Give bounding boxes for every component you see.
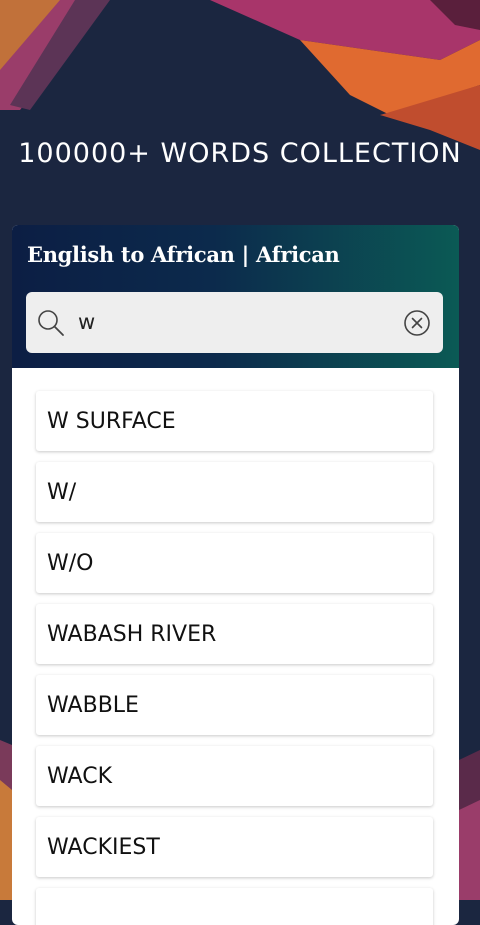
clear-circle-icon[interactable] bbox=[403, 309, 431, 342]
card-header: English to African | African w bbox=[12, 225, 459, 368]
search-icon bbox=[36, 308, 66, 343]
list-item[interactable]: WACK bbox=[36, 746, 433, 806]
list-item[interactable]: W/O bbox=[36, 533, 433, 593]
dictionary-card: English to African | African w W SURFACE… bbox=[12, 225, 459, 925]
search-input[interactable]: w bbox=[78, 310, 95, 334]
list-item-label: WACKIEST bbox=[47, 834, 160, 860]
list-item-label: W/ bbox=[47, 479, 77, 505]
list-item[interactable]: W SURFACE bbox=[36, 391, 433, 451]
list-item-label: WACK bbox=[47, 763, 113, 789]
list-item-label: WABBLE bbox=[47, 692, 139, 718]
list-item[interactable]: W/ bbox=[36, 462, 433, 522]
list-item-label: W/O bbox=[47, 550, 94, 576]
card-title: English to African | African bbox=[27, 242, 340, 267]
list-item[interactable]: WACKIEST bbox=[36, 817, 433, 877]
list-item[interactable]: WABBLE bbox=[36, 675, 433, 735]
list-item[interactable]: WABASH RIVER bbox=[36, 604, 433, 664]
list-item-label: WABASH RIVER bbox=[47, 621, 217, 647]
list-item-label: W SURFACE bbox=[47, 408, 176, 434]
list-item[interactable] bbox=[36, 888, 433, 925]
search-box[interactable]: w bbox=[26, 292, 443, 353]
headline: 100000+ WORDS COLLECTION bbox=[18, 138, 462, 169]
